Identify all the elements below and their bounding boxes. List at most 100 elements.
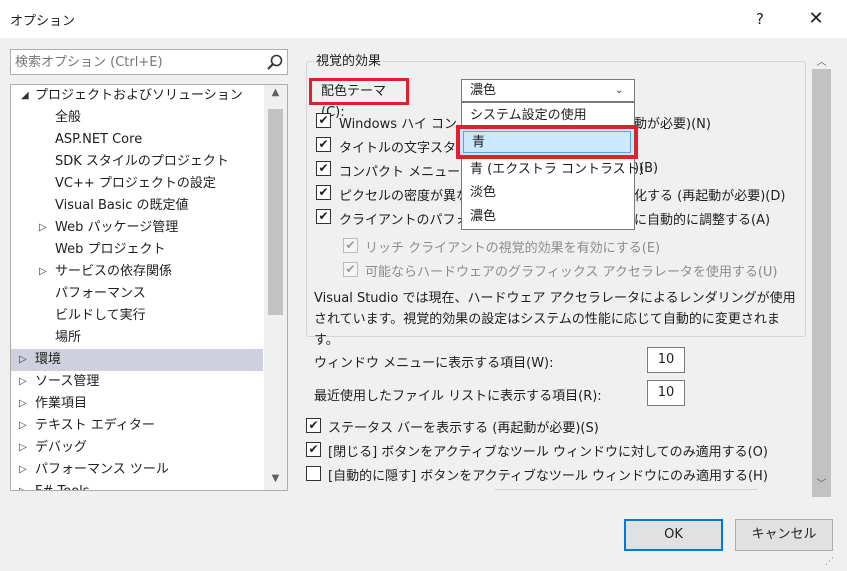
tree-item-label: ASP.NET Core <box>55 132 143 147</box>
color-theme-label: 配色テーマ(C): <box>309 78 409 120</box>
close-button[interactable]: ✕ <box>796 6 836 32</box>
close-button-active-label: [閉じる] ボタンをアクティブなツール ウィンドウに対してのみ適用する(O) <box>328 445 768 460</box>
search-box[interactable] <box>10 49 288 75</box>
tree-item-performance[interactable]: パフォーマンス <box>11 283 263 305</box>
client-performance-label-suffix: に自動的に調整する(A) <box>634 213 771 228</box>
tree-item-aspnet-core[interactable]: ASP.NET Core <box>11 129 263 151</box>
tree-item-perf-tools[interactable]: ▷ パフォーマンス ツール <box>11 459 263 481</box>
collapsed-arrow-icon[interactable]: ▷ <box>19 393 27 415</box>
window-menu-items-field[interactable]: 10 <box>647 347 685 373</box>
high-contrast-checkbox[interactable]: ✔ <box>316 113 331 128</box>
visual-effects-group-label: 視覚的効果 <box>314 50 384 69</box>
tree-item-vcpp[interactable]: VC++ プロジェクトの設定 <box>11 173 263 195</box>
collapsed-arrow-icon[interactable]: ▷ <box>19 459 27 481</box>
tree-item-general[interactable]: 全般 <box>11 107 263 129</box>
close-button-active-checkbox[interactable]: ✔ <box>306 442 321 457</box>
tree-item-web-projects[interactable]: Web プロジェクト <box>11 239 263 261</box>
tree-item-build-run[interactable]: ビルドして実行 <box>11 305 263 327</box>
tree-item-label: VC++ プロジェクトの設定 <box>55 176 216 191</box>
tree-item-text-editor[interactable]: ▷ テキスト エディター <box>11 415 263 437</box>
tree-scroll-thumb[interactable] <box>268 109 283 315</box>
tree-item-label: SDK スタイルのプロジェクト <box>55 154 229 169</box>
search-icon[interactable] <box>265 53 285 73</box>
autohide-active-label: [自動的に隠す] ボタンをアクティブなツール ウィンドウにのみ適用する(H) <box>328 469 768 484</box>
high-contrast-label: Windows ハイ コント <box>339 117 471 132</box>
rich-client-checkbox[interactable]: ✔ <box>343 238 358 253</box>
pixel-density-label-suffix: 化する (再起動が必要)(D) <box>634 189 786 204</box>
theme-option-dark[interactable]: 濃色 <box>462 206 634 228</box>
status-bar-checkbox[interactable]: ✔ <box>306 418 321 433</box>
collapsed-arrow-icon[interactable]: ▷ <box>19 415 27 437</box>
tree-item-label: 環境 <box>35 352 62 367</box>
pixel-density-checkbox[interactable]: ✔ <box>316 185 331 200</box>
collapsed-arrow-icon[interactable]: ▷ <box>39 217 47 239</box>
tree-item-sdk-style[interactable]: SDK スタイルのプロジェクト <box>11 151 263 173</box>
tree-item-label: テキスト エディター <box>35 418 155 433</box>
rich-client-label: リッチ クライアントの視覚的効果を有効にする(E) <box>365 241 661 256</box>
title-case-label: タイトルの文字スタイ <box>339 141 470 156</box>
highlighted-theme-option[interactable]: 青 <box>456 125 638 159</box>
collapsed-arrow-icon[interactable]: ▷ <box>19 371 27 393</box>
resize-grip-icon[interactable]: ⋰ <box>825 557 834 567</box>
scroll-down-icon[interactable]: ﹀ <box>810 475 833 490</box>
autohide-active-checkbox[interactable] <box>306 466 321 481</box>
client-performance-checkbox[interactable]: ✔ <box>316 209 331 224</box>
help-button[interactable]: ? <box>742 6 778 32</box>
ok-button[interactable]: OK <box>624 519 723 551</box>
high-contrast-label-suffix: 動が必要)(N) <box>634 117 711 132</box>
highlighted-option-focus <box>463 131 631 153</box>
recent-files-field[interactable]: 10 <box>647 380 685 406</box>
highlighted-option-label: 青 <box>472 135 486 150</box>
theme-option-light[interactable]: 淡色 <box>462 182 634 204</box>
title-case-checkbox[interactable]: ✔ <box>316 137 331 152</box>
divider <box>495 489 757 490</box>
tree-item-label: Web プロジェクト <box>55 242 166 257</box>
chevron-down-icon[interactable]: ⌄ <box>615 80 623 101</box>
expanded-arrow-icon[interactable]: ◢ <box>21 85 29 107</box>
window-menu-items-label: ウィンドウ メニューに表示する項目(W): <box>314 356 554 371</box>
tree-item-label: F# Tools <box>35 481 90 490</box>
color-theme-dropdown-list[interactable]: システム設定の使用 青 青 (エクストラ コントラスト) 淡色 濃色 <box>461 102 644 230</box>
tree-item-label: ソース管理 <box>35 374 100 389</box>
tree-scrollbar[interactable]: ▲ ▼ <box>264 85 287 490</box>
tree-item-work-items[interactable]: ▷ 作業項目 <box>11 393 263 415</box>
hardware-acceleration-label: 可能ならハードウェアのグラフィックス アクセラレータを使用する(U) <box>365 265 778 280</box>
tree-item-label: Visual Basic の既定値 <box>55 198 189 213</box>
title-bar: オプション ? ✕ <box>0 0 847 38</box>
recent-files-label: 最近使用したファイル リストに表示する項目(R): <box>314 389 602 404</box>
scroll-up-icon[interactable]: ▲ <box>264 87 287 98</box>
tree-item-service-deps[interactable]: ▷ サービスの依存関係 <box>11 261 263 283</box>
color-theme-select[interactable]: 濃色 ⌄ <box>461 79 635 102</box>
scroll-up-icon[interactable]: ︿ <box>810 53 833 68</box>
tree-item-environment[interactable]: ▷ 環境 <box>11 349 263 371</box>
tree-item-label: 全般 <box>55 110 82 125</box>
tree-item-label: デバッグ <box>35 440 88 455</box>
search-input[interactable] <box>15 50 255 74</box>
theme-option-system[interactable]: システム設定の使用 <box>462 105 634 127</box>
tree-item-label: パフォーマンス ツール <box>35 462 169 477</box>
theme-option-blue-extra-contrast[interactable]: 青 (エクストラ コントラスト) <box>462 159 644 181</box>
hardware-acceleration-checkbox[interactable]: ✔ <box>343 262 358 277</box>
scroll-down-icon[interactable]: ▼ <box>264 473 287 484</box>
tree-item-fsharp-tools[interactable]: ▷ F# Tools <box>11 481 263 490</box>
tree-item-debug[interactable]: ▷ デバッグ <box>11 437 263 459</box>
tree-item-vb-defaults[interactable]: Visual Basic の既定値 <box>11 195 263 217</box>
collapsed-arrow-icon[interactable]: ▷ <box>39 261 47 283</box>
options-scroll-thumb[interactable] <box>812 69 831 497</box>
tree-item-source-control[interactable]: ▷ ソース管理 <box>11 371 263 393</box>
tree-item-locations[interactable]: 場所 <box>11 327 263 349</box>
tree-item-label: サービスの依存関係 <box>55 264 173 279</box>
tree-item-label: プロジェクトおよびソリューション <box>35 88 243 103</box>
color-theme-value: 濃色 <box>470 83 497 98</box>
tree-item-web-packages[interactable]: ▷ Web パッケージ管理 <box>11 217 263 239</box>
collapsed-arrow-icon[interactable]: ▷ <box>19 349 27 371</box>
tree-item-label: ビルドして実行 <box>55 308 146 323</box>
options-tree[interactable]: ◢ プロジェクトおよびソリューション 全般 ASP.NET Core SDK ス… <box>10 84 288 491</box>
collapsed-arrow-icon[interactable]: ▷ <box>19 481 27 490</box>
options-scrollbar[interactable]: ︿ ﹀ <box>810 49 833 497</box>
tree-item-projects[interactable]: ◢ プロジェクトおよびソリューション <box>11 85 263 107</box>
rendering-info-text: Visual Studio では現在、ハードウェア アクセラレータによるレンダリ… <box>314 291 796 348</box>
compact-menu-checkbox[interactable]: ✔ <box>316 161 331 176</box>
collapsed-arrow-icon[interactable]: ▷ <box>19 437 27 459</box>
cancel-button[interactable]: キャンセル <box>735 519 833 551</box>
